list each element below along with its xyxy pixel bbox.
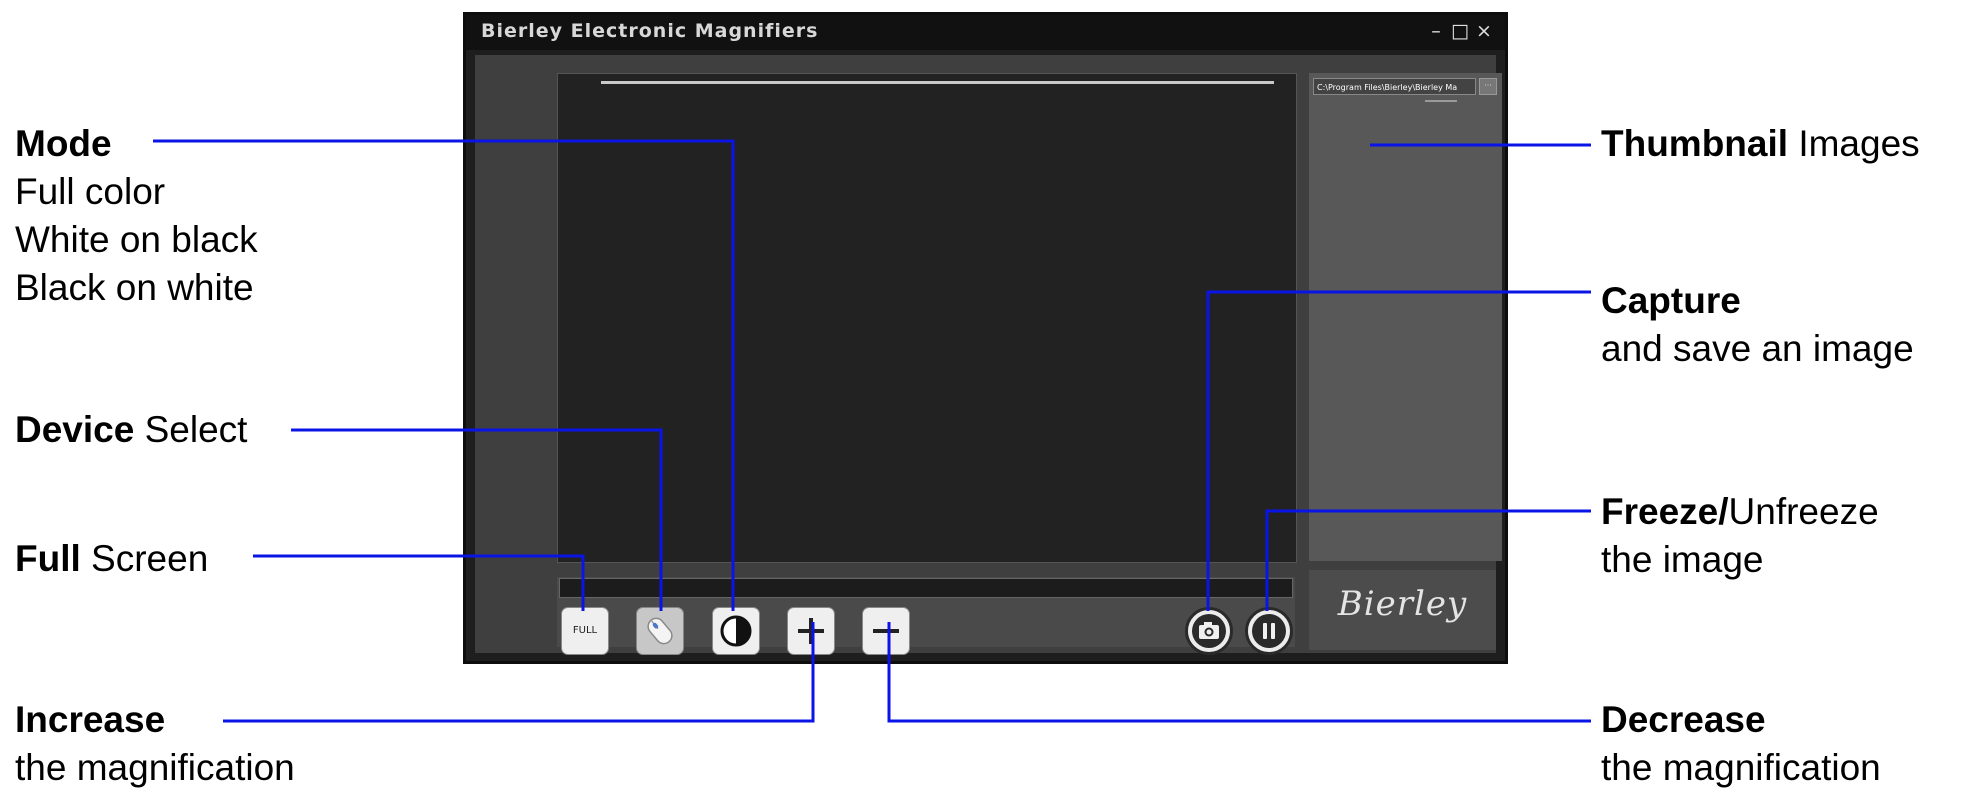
decrease-button[interactable] [862,607,910,655]
progress-track [559,578,1293,598]
mouse-icon [647,617,673,645]
title-bar[interactable]: Bierley Electronic Magnifiers – □ × [466,15,1505,50]
freeze-sub: the image [1601,539,1764,580]
contrast-icon [720,615,752,647]
decrease-sub: the magnification [1601,747,1881,788]
thumbnail-annotation: Thumbnail Images [1601,120,1920,168]
freeze-annotation: Freeze/Unfreeze the image [1601,488,1879,584]
decrease-annotation: Decrease the magnification [1601,696,1881,792]
increase-annotation: Increase the magnification [15,696,295,792]
close-button[interactable]: × [1473,19,1495,43]
full-annotation: Full Screen [15,535,208,583]
device-title: Device [15,409,135,450]
full-screen-button[interactable]: FULL [561,607,609,655]
pause-icon [1252,614,1286,648]
capture-button[interactable] [1185,607,1233,655]
browse-path-button[interactable]: ··· [1479,78,1497,95]
mode-option-2: White on black [15,219,258,260]
full-screen-label: FULL [572,625,598,636]
maximize-button[interactable]: □ [1449,19,1471,43]
freeze-button[interactable] [1245,607,1293,655]
freeze-title: Freeze/ [1601,491,1729,532]
thumbnail-rest: Images [1788,123,1920,164]
increase-button[interactable] [787,607,835,655]
thumbnail-divider [1425,100,1457,102]
freeze-rest: Unfreeze [1728,491,1879,532]
thumbnail-title: Thumbnail [1601,123,1789,164]
increase-title: Increase [15,699,166,740]
increase-sub: the magnification [15,747,295,788]
viewer-top-line [601,81,1274,84]
mode-option-3: Black on white [15,267,254,308]
mode-title: Mode [15,123,112,164]
window-body: C:\Program Files\Bierley\Bierley Ma ··· … [475,55,1502,655]
camera-icon [1192,614,1226,648]
camera-viewer [557,73,1297,563]
capture-annotation: Capture and save an image [1601,277,1914,373]
full-title: Full [15,538,81,579]
window-title: Bierley Electronic Magnifiers [481,20,819,42]
full-rest: Screen [80,538,209,579]
plus-icon [798,618,824,644]
device-annotation: Device Select [15,406,247,454]
magnifier-window: Bierley Electronic Magnifiers – □ × C:\P… [463,12,1508,664]
capture-sub: and save an image [1601,328,1914,369]
mode-option-1: Full color [15,171,166,212]
device-select-button[interactable] [636,607,684,655]
mode-annotation: Mode Full color White on black Black on … [15,120,258,312]
device-rest: Select [134,409,248,450]
mode-button[interactable] [712,607,760,655]
save-path-field[interactable]: C:\Program Files\Bierley\Bierley Ma [1313,78,1476,95]
thumbnail-panel[interactable] [1309,73,1502,561]
capture-title: Capture [1601,280,1741,321]
brand-logo: Bierley [1337,584,1468,624]
minimize-button[interactable]: – [1425,19,1447,43]
decrease-title: Decrease [1601,699,1766,740]
brand-panel: Bierley [1309,570,1496,650]
minus-icon [873,629,899,633]
